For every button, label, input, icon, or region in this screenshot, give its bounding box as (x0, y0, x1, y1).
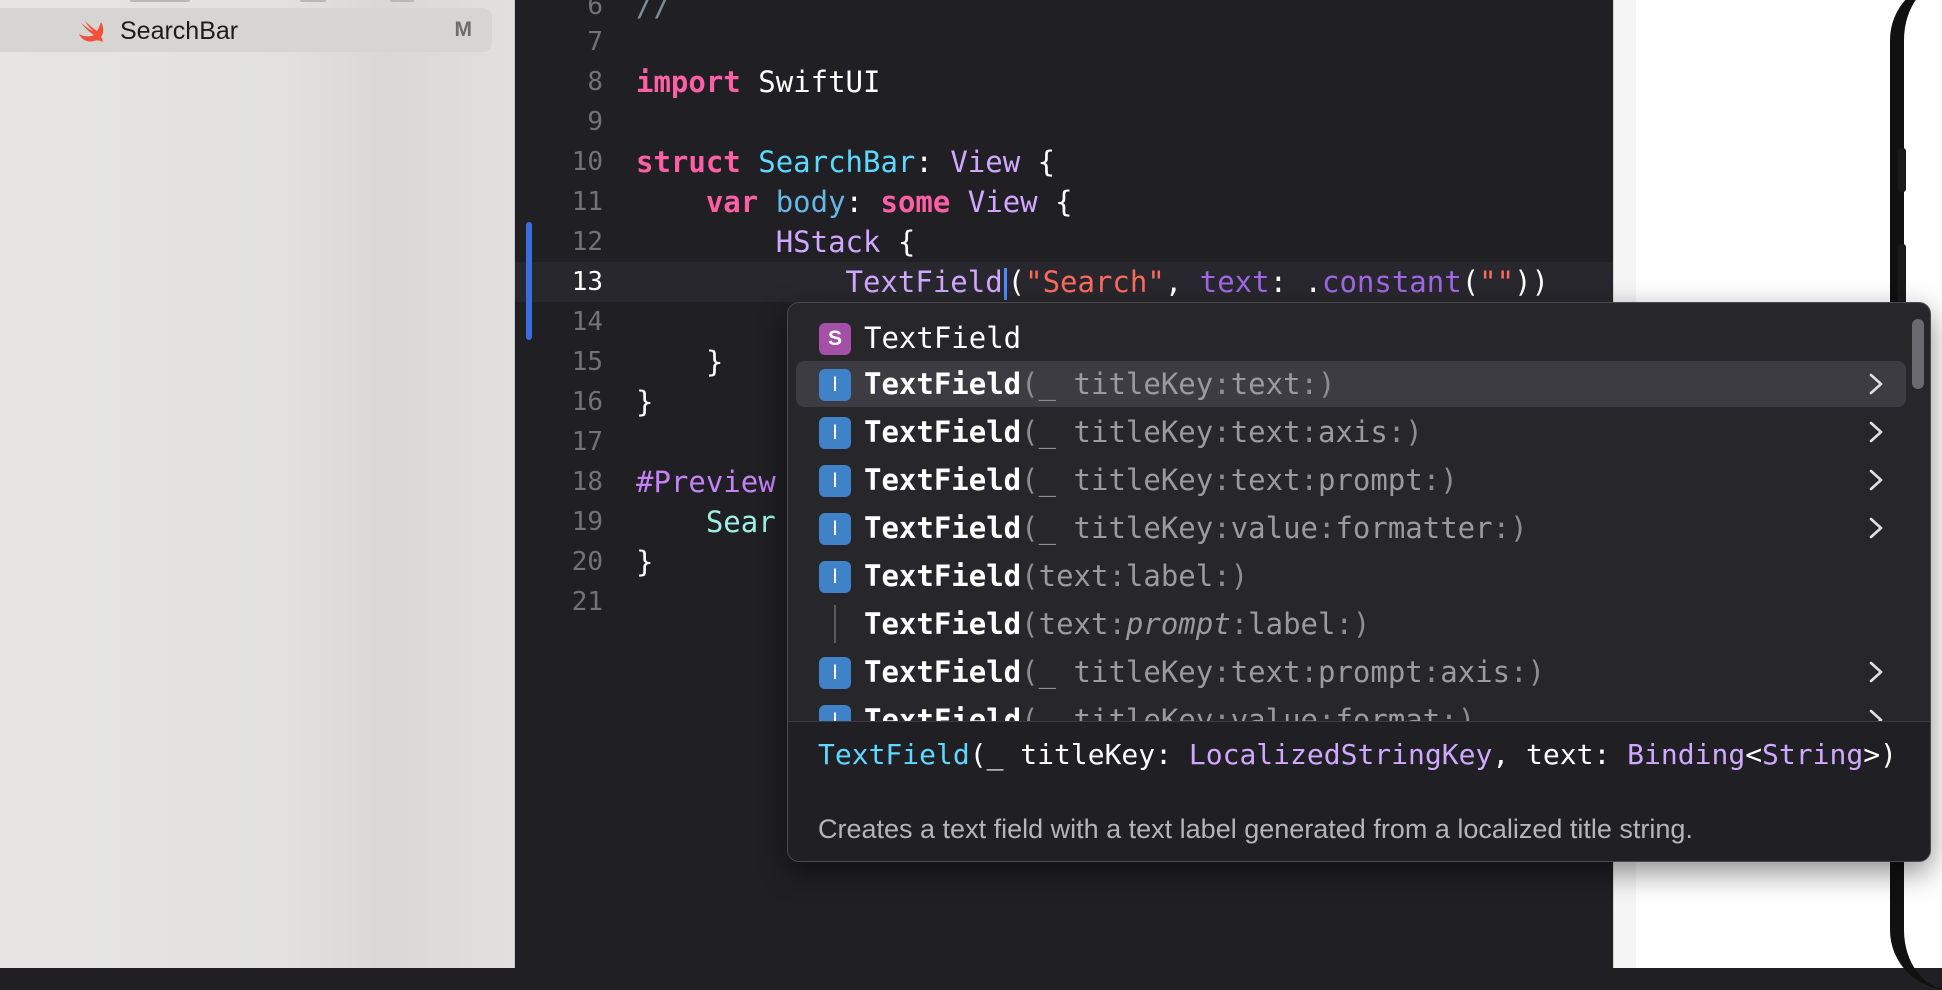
line-number: 8 (587, 67, 603, 97)
initializer-badge-icon: I (819, 705, 851, 721)
completion-item-selected[interactable]: I TextField(_ titleKey:text:) (796, 361, 1906, 407)
completion-item[interactable]: I TextField(_ titleKey:text:prompt:axis:… (796, 649, 1906, 695)
initializer-badge-icon: I (819, 561, 851, 593)
variant-branch-line (834, 605, 836, 643)
initializer-badge-icon: I (819, 465, 851, 497)
line-number: 10 (571, 147, 603, 177)
navigator-sidebar: SearchBar M (0, 0, 515, 968)
line-number: 19 (571, 507, 603, 537)
completion-item[interactable]: S TextField (796, 315, 1906, 361)
initializer-badge-icon: I (819, 417, 851, 449)
code-line-20: } (636, 545, 654, 579)
chevron-right-icon[interactable] (1866, 516, 1886, 540)
struct-badge-icon: S (819, 323, 851, 355)
line-number: 18 (571, 467, 603, 497)
line-number: 15 (571, 347, 603, 377)
swift-file-icon (79, 21, 104, 42)
doc-description: Creates a text field with a text label g… (818, 814, 1693, 844)
completion-item[interactable]: I TextField(text:label:) (796, 553, 1906, 599)
text-cursor (1003, 268, 1007, 300)
initializer-badge-icon: I (819, 657, 851, 689)
line-number: 16 (571, 387, 603, 417)
completion-item[interactable]: I TextField(_ titleKey:text:prompt:) (796, 457, 1906, 503)
completion-item-variant[interactable]: TextField(text:prompt:label:) (796, 601, 1906, 647)
code-line-12: HStack { (775, 225, 916, 259)
device-side-button (1898, 148, 1906, 192)
clipped-row-above (0, 0, 514, 6)
code-line-16: } (636, 385, 654, 419)
chevron-right-icon[interactable] (1866, 372, 1886, 396)
doc-signature: TextField(_ titleKey: LocalizedStringKey… (818, 738, 1897, 771)
completion-item[interactable]: I TextField(_ titleKey:text:axis:) (796, 409, 1906, 455)
code-line-10: struct SearchBar: View { (636, 145, 1056, 179)
code-line-11: var body: some View { (705, 185, 1073, 219)
code-line-18: #Preview (636, 465, 776, 499)
chevron-right-icon[interactable] (1866, 660, 1886, 684)
line-number: 17 (571, 427, 603, 457)
completion-item-partial[interactable]: I TextField(_ titleKey:value:format:) (796, 697, 1906, 721)
completion-scrollbar[interactable] (1912, 319, 1924, 389)
line-number: 20 (571, 547, 603, 577)
initializer-badge-icon: I (819, 369, 851, 401)
code-line-8: import SwiftUI (636, 65, 881, 99)
modified-badge: M (454, 18, 473, 41)
file-name: SearchBar (120, 17, 239, 45)
line-number: 7 (587, 27, 603, 57)
chevron-right-icon[interactable] (1866, 468, 1886, 492)
line-number: 12 (571, 227, 603, 257)
chevron-right-icon[interactable] (1866, 708, 1886, 721)
line-number: 11 (571, 187, 603, 217)
code-line-15: } (705, 345, 724, 379)
line-number: 9 (587, 107, 603, 137)
code-completion-popup[interactable]: S TextField I TextField(_ titleKey:text:… (787, 302, 1931, 862)
completion-list[interactable]: S TextField I TextField(_ titleKey:text:… (788, 303, 1930, 721)
line-number-current: 13 (571, 267, 603, 297)
completion-item[interactable]: I TextField(_ titleKey:value:formatter:) (796, 505, 1906, 551)
completion-documentation: TextField(_ titleKey: LocalizedStringKey… (788, 721, 1930, 861)
navigator-file-row[interactable]: SearchBar M (0, 8, 492, 52)
code-line-6: // (636, 0, 671, 23)
line-number: 21 (571, 587, 603, 617)
chevron-right-icon[interactable] (1866, 420, 1886, 444)
line-number: 14 (571, 307, 603, 337)
code-line-13: TextField ("Search", text: .constant("")) (845, 265, 1549, 300)
code-line-19: Sear (705, 505, 776, 539)
initializer-badge-icon: I (819, 513, 851, 545)
